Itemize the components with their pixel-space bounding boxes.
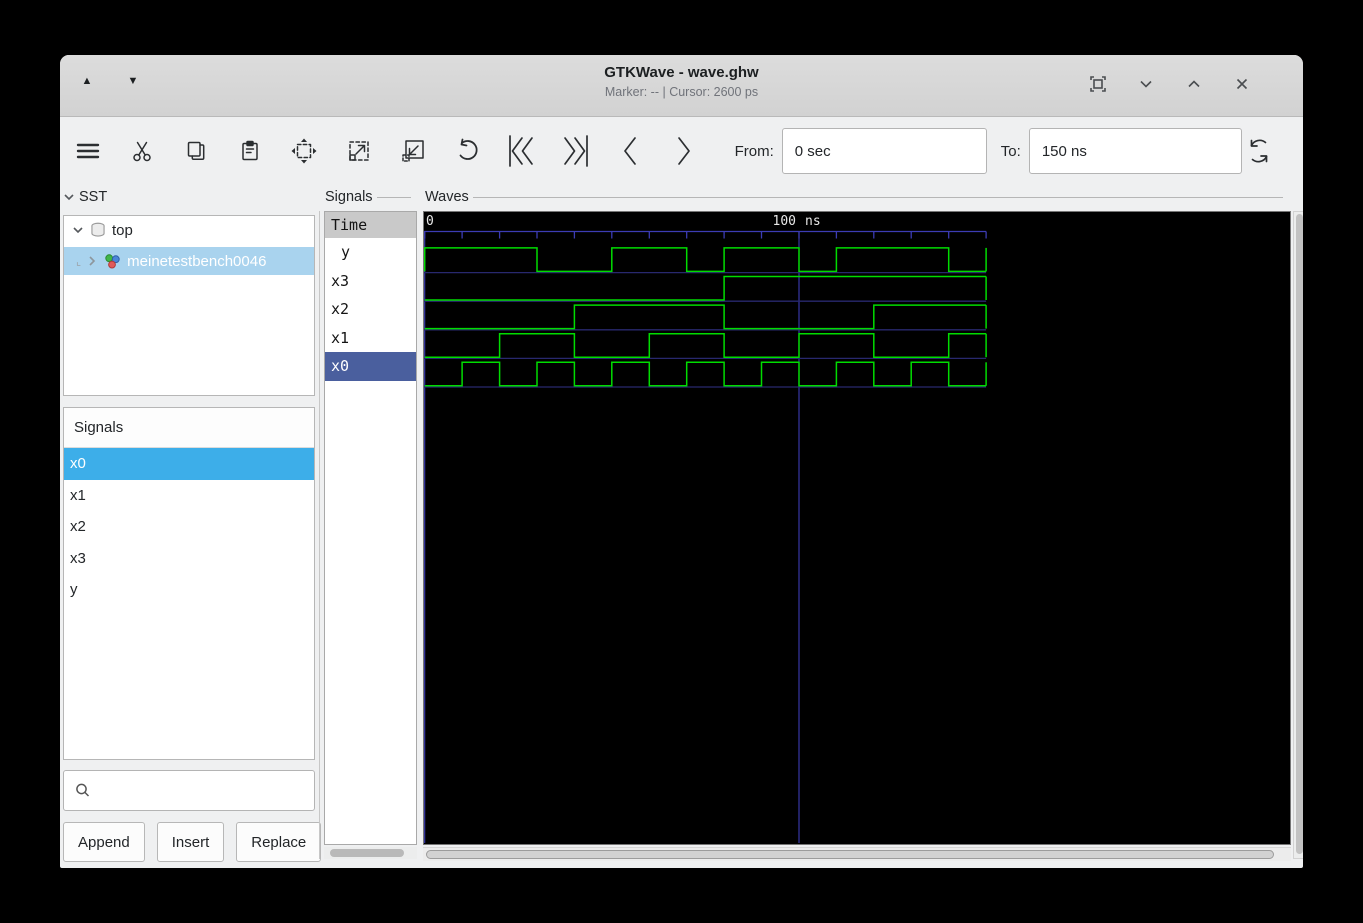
- gtkwave-window: ▲ ▼ GTKWave - wave.ghw Marker: -- | Curs…: [60, 55, 1303, 868]
- cut-icon[interactable]: [124, 133, 159, 169]
- chevron-down-icon: [64, 194, 74, 201]
- from-input[interactable]: [781, 128, 987, 174]
- testbench-icon: [105, 253, 120, 269]
- zoom-out-icon[interactable]: [395, 133, 430, 169]
- shift-left-icon[interactable]: [612, 133, 647, 169]
- tree-item-top[interactable]: top: [64, 216, 314, 244]
- replace-button[interactable]: Replace: [236, 822, 322, 862]
- append-button[interactable]: Append: [63, 822, 145, 862]
- sst-header[interactable]: SST: [63, 189, 107, 205]
- copy-icon[interactable]: [178, 133, 213, 169]
- restore-icon[interactable]: [1183, 73, 1205, 95]
- expander-closed-icon[interactable]: [86, 255, 98, 267]
- panel-splitter[interactable]: [319, 211, 320, 859]
- scrollbar-thumb[interactable]: [330, 849, 404, 857]
- sst-tree: top ⌞ meinetestbench0046: [63, 215, 315, 396]
- search-icon: [76, 783, 90, 797]
- expander-open-icon[interactable]: [72, 224, 84, 236]
- timescale-unit: ns: [805, 214, 821, 229]
- insert-button[interactable]: Insert: [156, 822, 225, 862]
- list-item-x2[interactable]: x2: [64, 511, 314, 543]
- name-row-x1[interactable]: x1: [325, 324, 416, 353]
- wave-hscrollbar[interactable]: [423, 847, 1291, 861]
- signals-list-panel: Signals x0 x1 x2 x3 y: [63, 407, 315, 760]
- waves-frame-label: Waves: [425, 189, 1283, 205]
- undo-icon[interactable]: [450, 133, 485, 169]
- timescale-origin: 0: [426, 214, 434, 229]
- reload-icon[interactable]: [1242, 133, 1277, 169]
- list-item-x3[interactable]: x3: [64, 543, 314, 575]
- close-icon[interactable]: [1231, 73, 1253, 95]
- timescale-100: 100: [772, 214, 796, 229]
- skip-to-start-icon[interactable]: [504, 133, 539, 169]
- minimize-icon[interactable]: [1135, 73, 1157, 95]
- signals-list-header: Signals: [64, 408, 314, 448]
- to-label: To:: [1000, 142, 1021, 160]
- wave-vscrollbar[interactable]: [1293, 211, 1303, 859]
- tree-item-meinetestbench0046[interactable]: ⌞ meinetestbench0046: [64, 247, 314, 275]
- name-row-x0[interactable]: x0: [325, 352, 416, 381]
- zoom-fit-icon[interactable]: [287, 133, 322, 169]
- toolbar: From: To:: [60, 117, 1303, 185]
- list-item-x1[interactable]: x1: [64, 480, 314, 512]
- shift-right-icon[interactable]: [666, 133, 701, 169]
- paste-icon[interactable]: [233, 133, 268, 169]
- to-input[interactable]: [1028, 128, 1242, 174]
- from-label: From:: [734, 142, 774, 160]
- scrollbar-thumb[interactable]: [1296, 214, 1303, 854]
- name-row-y[interactable]: y: [325, 238, 416, 267]
- name-column-frame-label: Signals: [325, 189, 411, 205]
- tree-guide-lines: ⌞: [76, 255, 81, 268]
- menu-icon[interactable]: [70, 133, 105, 169]
- wave-canvas[interactable]: 0 100 ns: [423, 211, 1291, 845]
- time-header[interactable]: Time: [325, 212, 416, 238]
- waveform-plot[interactable]: [424, 212, 1290, 844]
- scrollbar-thumb[interactable]: [426, 850, 1274, 859]
- maximize-icon[interactable]: [1087, 73, 1109, 95]
- zoom-in-icon[interactable]: [341, 133, 376, 169]
- name-row-x3[interactable]: x3: [325, 267, 416, 296]
- name-column-hscrollbar[interactable]: [324, 847, 417, 859]
- list-item-y[interactable]: y: [64, 574, 314, 606]
- signal-name-column: Time y x3 x2 x1 x0: [324, 211, 417, 845]
- search-input[interactable]: [99, 782, 314, 799]
- signal-search-box[interactable]: [63, 770, 315, 811]
- name-row-x2[interactable]: x2: [325, 295, 416, 324]
- list-item-x0[interactable]: x0: [64, 448, 314, 480]
- module-icon: [91, 222, 105, 237]
- skip-to-end-icon[interactable]: [558, 133, 593, 169]
- titlebar[interactable]: ▲ ▼ GTKWave - wave.ghw Marker: -- | Curs…: [60, 55, 1303, 117]
